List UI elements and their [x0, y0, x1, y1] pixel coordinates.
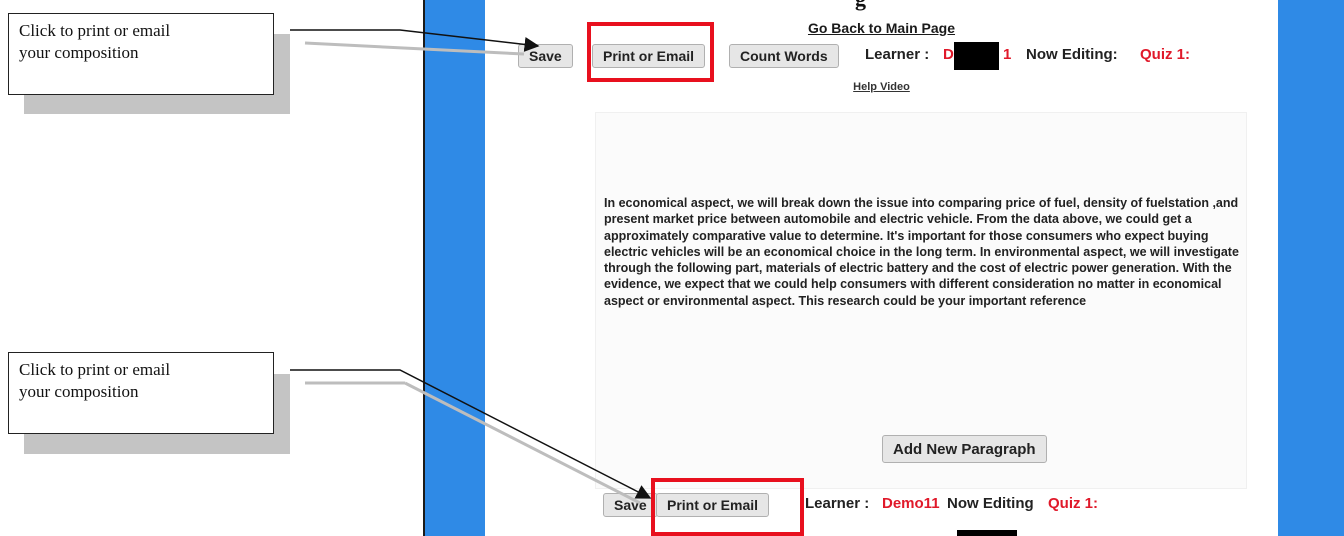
redaction-block-bottom	[957, 530, 1017, 536]
paragraph-text[interactable]: In economical aspect, we will break down…	[604, 195, 1244, 309]
app-screenshot: g Go Back to Main Page Save Print or Ema…	[423, 0, 1344, 536]
callout-line2: your composition	[19, 43, 139, 62]
learner-label-bottom: Learner :	[805, 495, 870, 512]
highlight-box-bottom	[651, 478, 804, 536]
now-editing-label: Now Editing:	[1026, 46, 1118, 63]
save-button[interactable]: Save	[518, 44, 573, 68]
callout-line1: Click to print or email	[19, 21, 171, 40]
learner-value-bottom: Demo11	[882, 495, 940, 512]
composition-editor[interactable]: In economical aspect, we will break down…	[595, 112, 1247, 489]
content-panel: g Go Back to Main Page Save Print or Ema…	[485, 0, 1278, 536]
add-paragraph-button[interactable]: Add New Paragraph	[882, 435, 1047, 463]
callout-line1: Click to print or email	[19, 360, 171, 379]
learner-value-prefix: D	[943, 46, 954, 63]
learner-value-suffix: 1	[1003, 46, 1012, 63]
now-editing-label-bottom: Now Editing	[947, 495, 1034, 512]
save-button-bottom[interactable]: Save	[603, 493, 658, 517]
callout-line2: your composition	[19, 382, 139, 401]
highlight-box-top	[587, 22, 714, 82]
quiz-name-bottom: Quiz 1:	[1048, 495, 1099, 512]
callout-print-email-bottom: Click to print or email your composition	[8, 352, 274, 434]
callout-print-email-top: Click to print or email your composition	[8, 13, 274, 95]
help-video-link[interactable]: Help Video	[485, 81, 1278, 93]
page-heading-fragment: g	[855, 0, 866, 12]
quiz-name: Quiz 1:	[1140, 46, 1191, 63]
learner-label: Learner :	[865, 46, 930, 63]
frame-border	[423, 0, 425, 536]
count-words-button[interactable]: Count Words	[729, 44, 839, 68]
redaction-block	[954, 42, 999, 70]
